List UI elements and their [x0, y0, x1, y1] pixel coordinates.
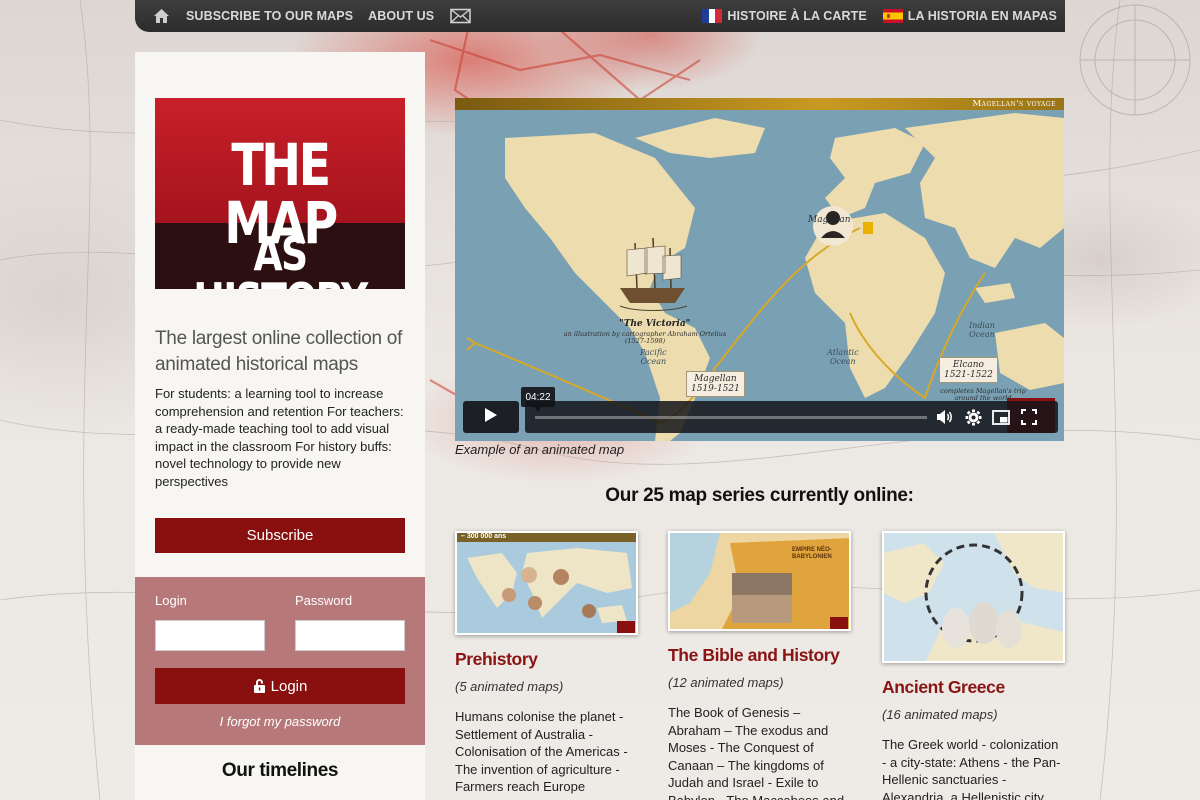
map-label-atlantic: Atlantic Ocean	[827, 348, 859, 366]
nav-about-link[interactable]: ABOUT US	[368, 9, 434, 23]
settings-gear-icon[interactable]	[963, 407, 983, 427]
map-tag-elcano: Elcano 1521-1522	[939, 357, 998, 383]
language-link-french[interactable]: HISTOIRE À LA CARTE	[702, 9, 867, 23]
series-card-prehistory: – 300 000 ans Prehistory (5 animated map…	[455, 531, 638, 796]
series-title-bible[interactable]: The Bible and History	[668, 645, 851, 666]
login-field-label: Login	[155, 593, 187, 608]
series-count-greece: (16 animated maps)	[882, 707, 998, 722]
series-card-bible: EMPIRE NÉO-BABYLONIEN The Bible and Hist…	[668, 531, 851, 800]
series-thumbnail-prehistory-map	[457, 533, 636, 633]
intro-text: For students: a learning tool to increas…	[155, 386, 404, 489]
login-input[interactable]	[155, 620, 265, 651]
mail-icon[interactable]	[450, 7, 472, 25]
video-caption: Example of an animated map	[455, 442, 625, 457]
map-tag-magellan: Magellan 1519-1521	[686, 371, 745, 397]
home-icon[interactable]	[153, 7, 171, 25]
video-title: Magellan's voyage	[972, 99, 1056, 109]
map-label-magellan: Magellan	[808, 215, 851, 225]
language-link-spanish[interactable]: LA HISTORIA EN MAPAS	[882, 9, 1057, 23]
series-desc-greece: The Greek world - colonization - a city-…	[882, 737, 1061, 800]
french-flag-icon	[702, 9, 723, 23]
fullscreen-icon[interactable]	[1019, 407, 1039, 427]
timelines-heading: Our timelines	[221, 760, 339, 781]
map-label-indian: Indian Ocean	[969, 321, 995, 339]
map-note-victoria: an illustration by cartographer Abraham …	[563, 330, 727, 345]
video-progress-track[interactable]	[535, 416, 927, 419]
play-icon	[484, 407, 498, 428]
top-navigation-bar: SUBSCRIBE TO OUR MAPS ABOUT US HISTOIRE …	[135, 0, 1065, 32]
series-thumbnail-greece[interactable]	[882, 531, 1065, 663]
forgot-password-link[interactable]: I forgot my password	[155, 714, 405, 729]
nav-subscribe-link[interactable]: SUBSCRIBE TO OUR MAPS	[186, 9, 353, 23]
series-thumbnail-bible[interactable]: EMPIRE NÉO-BABYLONIEN	[668, 531, 851, 631]
site-tagline: The largest online collection of animate…	[155, 328, 403, 375]
series-thumbnail-prehistory[interactable]: – 300 000 ans	[455, 531, 638, 635]
login-button-label: Login	[270, 677, 308, 695]
sidebar: THE MAP AS HISTORY The largest online co…	[135, 52, 425, 800]
video-time-tooltip: 04:22	[521, 387, 555, 412]
language-label-french: HISTOIRE À LA CARTE	[727, 9, 867, 23]
map-label-pacific: Pacific Ocean	[640, 348, 667, 366]
map-note-elcano: completes Magellan's trip around the wor…	[940, 387, 1026, 402]
series-thumbnail-greece-map	[884, 533, 1063, 661]
language-label-spanish: LA HISTORIA EN MAPAS	[907, 9, 1057, 23]
series-count-bible: (12 animated maps)	[668, 675, 784, 690]
lock-icon	[253, 678, 266, 694]
bible-thumb-label: EMPIRE NÉO-BABYLONIEN	[792, 547, 832, 560]
prehistory-thumb-label: – 300 000 ans	[461, 533, 507, 540]
password-field-label: Password	[295, 593, 353, 608]
series-count-prehistory: (5 animated maps)	[455, 679, 564, 694]
volume-icon[interactable]	[935, 407, 955, 427]
series-card-greece: Ancient Greece (16 animated maps) The Gr…	[882, 531, 1065, 800]
map-label-victoria: "The Victoria"	[619, 319, 691, 329]
series-title-greece[interactable]: Ancient Greece	[882, 677, 1065, 698]
series-desc-prehistory: Humans colonise the planet - Settlement …	[455, 709, 628, 794]
password-input[interactable]	[295, 620, 405, 651]
spanish-flag-icon	[882, 9, 903, 23]
login-button[interactable]: Login	[155, 668, 405, 704]
video-control-bar	[525, 401, 1058, 433]
series-title-prehistory[interactable]: Prehistory	[455, 649, 638, 670]
login-panel: Login Password Login I forgot my passwor…	[135, 577, 425, 745]
picture-in-picture-icon[interactable]	[991, 407, 1011, 427]
logo-line-2: AS HISTORY	[193, 227, 368, 289]
play-button[interactable]	[463, 401, 519, 433]
series-heading: Our 25 map series currently online:	[605, 485, 914, 506]
site-logo[interactable]: THE MAP AS HISTORY	[155, 98, 405, 289]
subscribe-button[interactable]: Subscribe	[155, 518, 405, 553]
series-desc-bible: The Book of Genesis – Abraham – The exod…	[668, 705, 845, 800]
